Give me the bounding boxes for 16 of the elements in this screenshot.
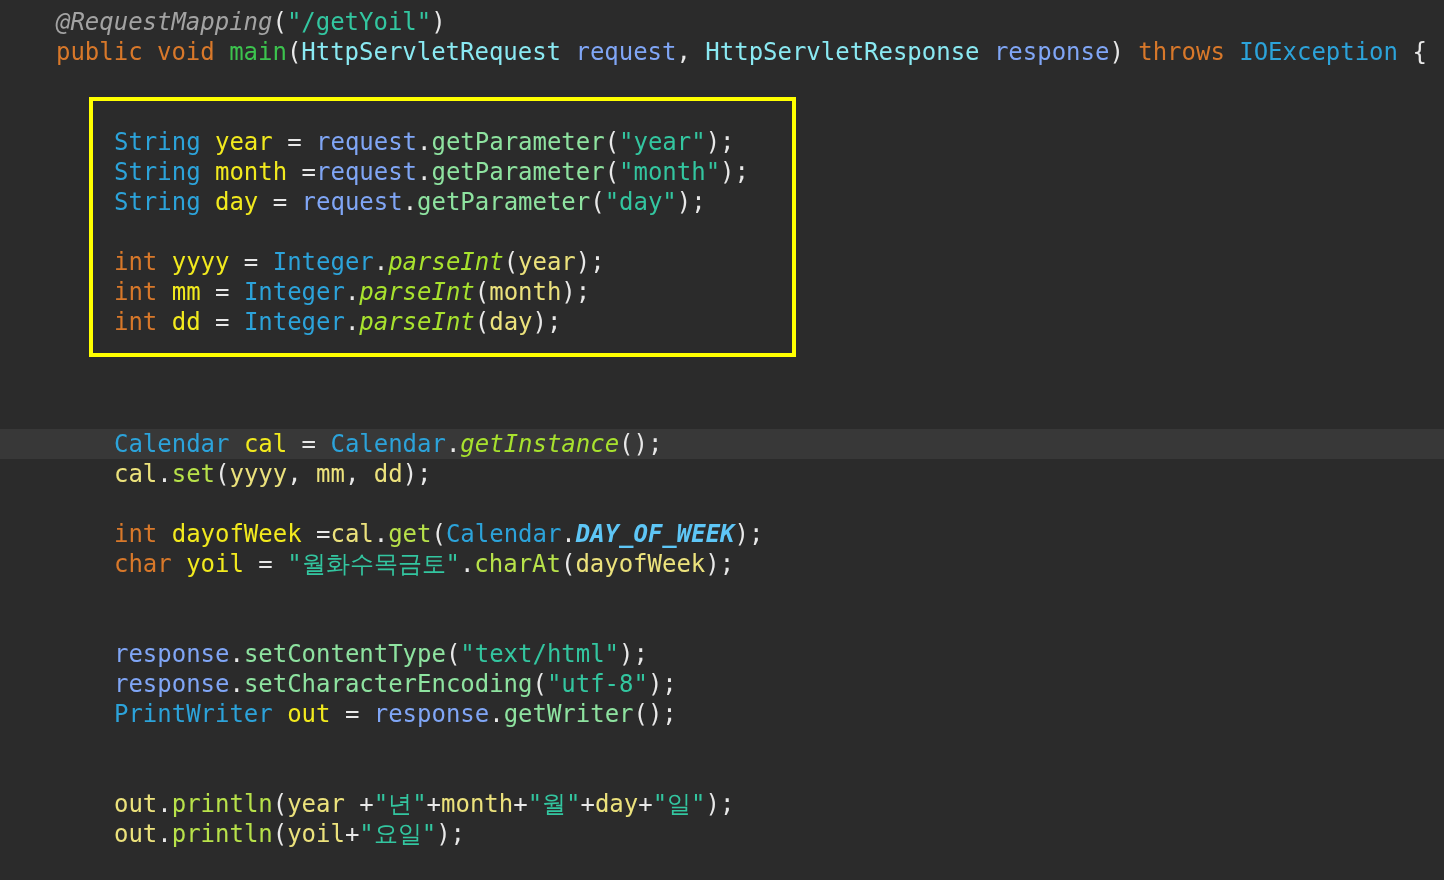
code-line: String month =request.getParameter("month"); — [114, 157, 750, 187]
code-line: int dayofWeek =cal.get(Calendar.DAY_OF_WEEK); — [113, 519, 765, 549]
code-line: response.setCharacterEncoding("utf-8"); — [113, 669, 678, 699]
code-line: @RequestMapping("/getYoil") — [54, 7, 447, 37]
code-line: response.setContentType("text/html"); — [113, 639, 649, 669]
code-line: cal.set(yyyy, mm, dd); — [113, 459, 433, 489]
code-line: out.println(year +"년"+month+"월"+day+"일"); — [113, 789, 736, 819]
code-line: int mm = Integer.parseInt(month); — [114, 277, 592, 307]
code-line: PrintWriter out = response.getWriter(); — [113, 699, 678, 729]
code-line: int yyyy = Integer.parseInt(year); — [114, 247, 606, 277]
code-line: int dd = Integer.parseInt(day); — [114, 307, 563, 337]
code-line: String day = request.getParameter("day"); — [114, 187, 707, 217]
code-line: String year = request.getParameter("year"); — [114, 127, 736, 157]
code-line: public void main(HttpServletRequest request, HttpServletResponse response) throws IOException { — [55, 37, 1428, 67]
code-line: out.println(yoil+"요일"); — [113, 819, 467, 849]
code-line: char yoil = "월화수목금토".charAt(dayofWeek); — [113, 549, 736, 579]
